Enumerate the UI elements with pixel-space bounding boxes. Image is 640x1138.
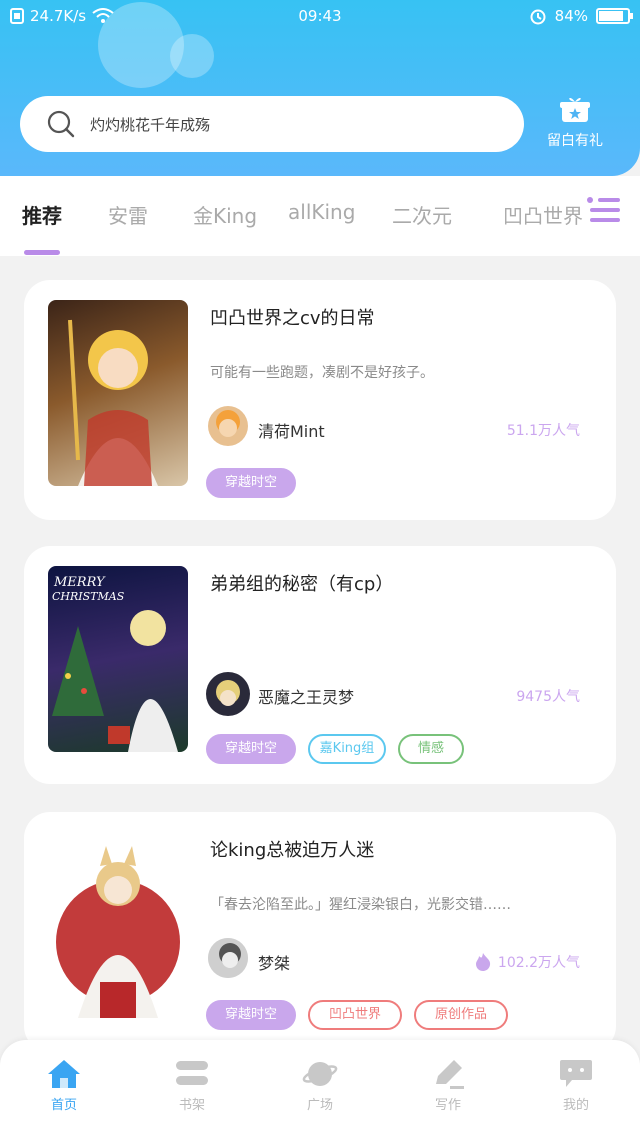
nav-write[interactable]: 写作 [408,1058,488,1113]
search-icon [47,110,75,138]
nav-label: 广场 [306,1098,333,1113]
tag-chip[interactable]: 情感 [398,734,464,764]
status-bar: 24.7K/s 09:43 84% [0,4,640,30]
svg-text:MERRY: MERRY [53,575,106,590]
chat-bubble-icon [560,1060,592,1087]
gift-button[interactable]: 留白有礼 [540,96,610,150]
story-card[interactable]: 凹凸世界之cv的日常 可能有一些跑题，凑剧不是好孩子。 清荷Mint 51.1万… [24,280,616,520]
tab-allking[interactable]: allKing [288,200,355,224]
story-description: 「春去沦陷至此。」猩红浸染银白，光影交错…… [210,897,511,913]
tab-jinking[interactable]: 金King [193,200,257,229]
popularity-count: 51.1万人气 [507,420,580,440]
tag-chip[interactable]: 穿越时空 [206,1000,296,1030]
story-cover: MERRY CHRISTMAS [48,566,188,752]
tag-chip[interactable]: 嘉King组 [308,734,386,764]
category-menu-button[interactable] [584,190,624,230]
tab-recommend[interactable]: 推荐 [22,200,62,229]
menu-lines-icon [587,197,620,222]
nav-bookshelf[interactable]: 书架 [152,1058,232,1113]
nav-home[interactable]: 首页 [24,1058,104,1113]
category-tabs: 推荐 安雷 金King allKing 二次元 凹凸世界 [0,176,640,256]
bottom-navigation: 首页 书架 广场 写作 我的 [0,1040,640,1138]
popularity-text: 9475人气 [516,689,580,705]
tag-chip[interactable]: 凹凸世界 [308,1000,402,1030]
nav-square[interactable]: 广场 [280,1058,360,1113]
tag-chip[interactable]: 穿越时空 [206,468,296,498]
alarm-icon [530,9,546,25]
author-avatar [206,672,250,716]
tab-anime[interactable]: 二次元 [392,200,452,229]
nav-label: 我的 [562,1098,589,1113]
battery-icon [596,8,633,24]
home-icon [48,1060,80,1088]
author-avatar [208,406,248,446]
story-card[interactable]: 论king总被迫万人迷 「春去沦陷至此。」猩红浸染银白，光影交错…… 梦桀 10… [24,812,616,1052]
tag-chip[interactable]: 原创作品 [414,1000,508,1030]
gift-icon [560,97,590,122]
nav-label: 书架 [178,1098,205,1113]
tab-aotu-world[interactable]: 凹凸世界 [503,200,583,229]
bookshelf-icon [176,1061,208,1085]
active-tab-indicator [24,250,60,255]
gift-label: 留白有礼 [547,133,603,149]
search-bar[interactable]: 灼灼桃花千年成殇 [20,96,524,152]
nav-label: 写作 [434,1098,461,1113]
nav-label: 首页 [50,1098,77,1113]
planet-icon [302,1062,338,1086]
header: 24.7K/s 09:43 84% 灼灼桃花千年成殇 留白有礼 [0,0,640,176]
story-description: 可能有一些跑题，凑剧不是好孩子。 [210,365,434,381]
battery-percent: 84% [554,7,588,25]
tag-chip[interactable]: 穿越时空 [206,734,296,764]
story-cover [48,300,188,486]
tab-anlei[interactable]: 安雷 [108,200,148,229]
svg-text:CHRISTMAS: CHRISTMAS [52,590,125,603]
author-name: 清荷Mint [258,422,325,441]
story-cover [48,832,188,1018]
nav-me[interactable]: 我的 [536,1058,616,1113]
popularity-text: 102.2万人气 [497,955,580,971]
pencil-icon [436,1060,464,1089]
story-title: 凹凸世界之cv的日常 [210,308,375,329]
decor-bubble-small [170,34,214,78]
flame-icon [475,953,491,971]
popularity-text: 51.1万人气 [506,423,580,439]
popularity-count: 9475人气 [516,686,580,706]
story-card[interactable]: MERRY CHRISTMAS 弟弟组的秘密（有cp） 恶魔之王灵梦 9475人… [24,546,616,784]
search-placeholder: 灼灼桃花千年成殇 [90,115,211,134]
story-title: 弟弟组的秘密（有cp） [210,574,394,595]
story-title: 论king总被迫万人迷 [210,840,375,861]
popularity-count: 102.2万人气 [474,952,580,972]
author-name: 恶魔之王灵梦 [258,688,355,707]
author-name: 梦桀 [258,954,291,973]
author-avatar [208,938,248,978]
